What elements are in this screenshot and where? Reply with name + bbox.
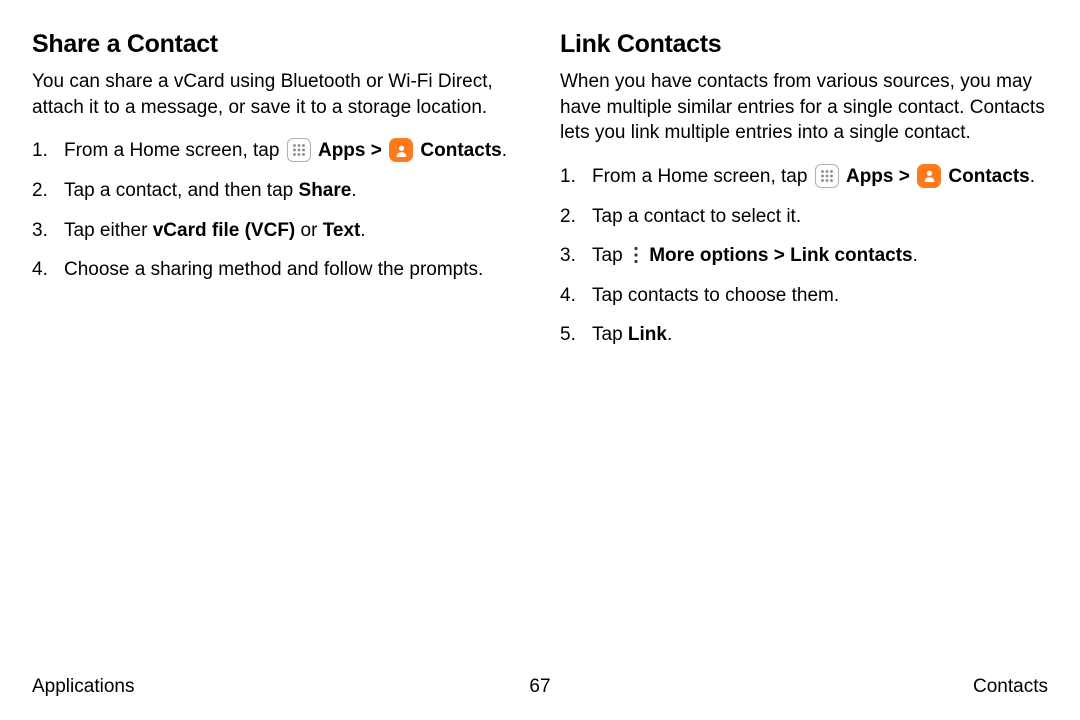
footer-topic-label: Contacts bbox=[973, 676, 1048, 698]
link-step-1: From a Home screen, tap Apps > Contacts. bbox=[560, 164, 1048, 190]
page-number: 67 bbox=[529, 676, 550, 698]
apps-icon bbox=[815, 164, 839, 188]
link-step-3: Tap More options > Link contacts. bbox=[560, 243, 1048, 269]
link-contacts-intro: When you have contacts from various sour… bbox=[560, 69, 1048, 146]
footer-section-label: Applications bbox=[32, 676, 134, 698]
apps-icon bbox=[287, 138, 311, 162]
share-step-3: Tap either vCard file (VCF) or Text. bbox=[32, 218, 520, 244]
page-footer: Applications 67 Contacts bbox=[32, 676, 1048, 698]
share-step-4: Choose a sharing method and follow the p… bbox=[32, 257, 520, 283]
link-contacts-section: Link Contacts When you have contacts fro… bbox=[560, 30, 1048, 362]
link-step-2: Tap a contact to select it. bbox=[560, 204, 1048, 230]
apps-label: Apps bbox=[846, 166, 894, 187]
link-contacts-steps: From a Home screen, tap Apps > Contacts.… bbox=[560, 164, 1048, 348]
share-step-1: From a Home screen, tap Apps > Contacts. bbox=[32, 138, 520, 164]
page-columns: Share a Contact You can share a vCard us… bbox=[0, 0, 1080, 362]
share-contact-section: Share a Contact You can share a vCard us… bbox=[32, 30, 520, 362]
link-step-4: Tap contacts to choose them. bbox=[560, 283, 1048, 309]
share-contact-steps: From a Home screen, tap Apps > Contacts.… bbox=[32, 138, 520, 283]
contacts-icon bbox=[917, 164, 941, 188]
more-options-label: More options bbox=[649, 245, 768, 266]
share-contact-intro: You can share a vCard using Bluetooth or… bbox=[32, 69, 520, 120]
link-step-5: Tap Link. bbox=[560, 322, 1048, 348]
share-contact-heading: Share a Contact bbox=[32, 30, 520, 59]
contacts-icon bbox=[389, 138, 413, 162]
more-options-icon bbox=[629, 244, 643, 266]
contacts-label: Contacts bbox=[948, 166, 1029, 187]
link-contacts-heading: Link Contacts bbox=[560, 30, 1048, 59]
contacts-label: Contacts bbox=[420, 140, 501, 161]
apps-label: Apps bbox=[318, 140, 366, 161]
share-step-2: Tap a contact, and then tap Share. bbox=[32, 178, 520, 204]
